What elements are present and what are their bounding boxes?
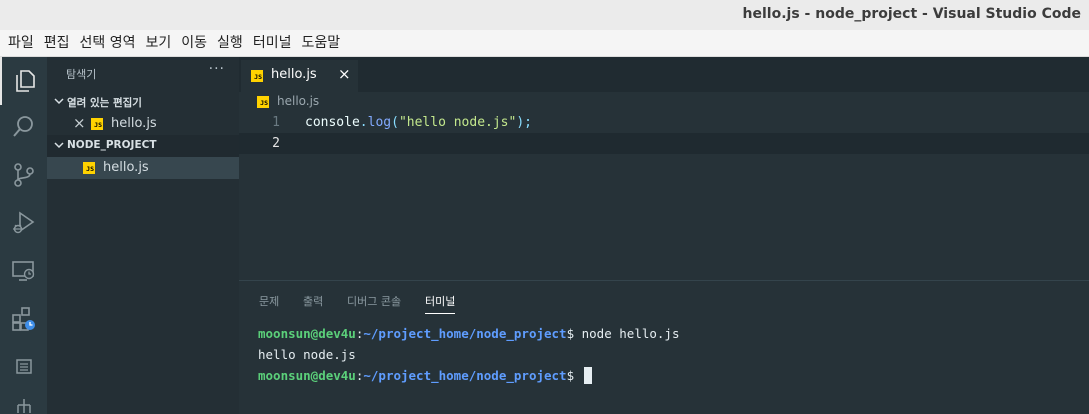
breadcrumb: JS hello.js [239,92,1089,112]
code-object: console [305,115,360,130]
menu-terminal[interactable]: 터미널 [248,30,297,57]
open-editor-filename: hello.js [111,116,157,131]
terminal-user: moonsun@dev4u [258,326,356,341]
code-string: "hello node.js" [398,115,517,130]
panel-tab-debug-console[interactable]: 디버그 콘솔 [347,293,401,309]
js-file-icon: JS [83,162,95,174]
close-editor-button[interactable]: × [73,114,86,132]
line-number: 2 [272,136,280,151]
chevron-down-icon [54,98,64,105]
activity-source-control[interactable] [0,151,47,199]
js-file-icon: JS [257,96,269,108]
js-file-icon: JS [91,118,103,130]
code-paren-open: ( [391,115,399,130]
panel-tab-problems[interactable]: 문제 [259,293,279,309]
menu-go[interactable]: 이동 [176,30,212,57]
terminal-output: hello node.js [258,347,356,362]
open-editors-section[interactable]: 열려 있는 편집기 [47,91,239,113]
breadcrumb-file[interactable]: hello.js [277,94,319,108]
explorer-header: 탐색기 ··· [47,57,239,92]
close-tab-button[interactable]: × [338,65,351,83]
js-file-icon: JS [251,70,263,82]
terminal-path: ~/project_home/node_project [363,326,567,341]
code-function: log [367,115,392,130]
run-debug-icon [12,211,34,234]
outline-icon [15,359,32,374]
window-titlebar: hello.js - node_project - Visual Studio … [0,0,1089,30]
activity-search[interactable] [0,103,47,151]
chevron-down-icon [54,142,64,149]
menu-run[interactable]: 실행 [212,30,248,57]
terminal-line: moonsun@dev4u:~/project_home/node_projec… [258,326,679,341]
menubar: 파일 편집 선택 영역 보기 이동 실행 터미널 도움말 [0,30,1089,57]
terminal-line[interactable]: moonsun@dev4u:~/project_home/node_projec… [258,367,592,384]
remote-explorer-icon [11,261,34,281]
terminal-command: node hello.js [574,326,680,341]
project-section[interactable]: NODE_PROJECT [47,135,239,157]
menu-selection[interactable]: 선택 영역 [75,30,141,57]
menu-edit[interactable]: 편집 [39,30,75,57]
terminal-prompt: $ [566,326,575,341]
terminal-command [574,368,582,383]
menu-file[interactable]: 파일 [3,30,39,57]
terminal-cursor [583,367,592,384]
code-line[interactable]: 1 console.log("hello node.js"); [239,112,1089,133]
activity-remote-explorer[interactable] [0,247,47,295]
activity-more[interactable] [0,387,47,414]
explorer-sidebar: 탐색기 ··· 열려 있는 편집기 × JS hello.js NODE_PRO… [47,57,239,414]
open-editor-item[interactable]: × JS hello.js [47,113,239,135]
menu-view[interactable]: 보기 [141,30,177,57]
terminal-prompt: $ [566,368,575,383]
line-number: 1 [272,115,280,130]
code-content: console.log("hello node.js"); [305,115,532,130]
code-editor[interactable]: 1 console.log("hello node.js"); 2 [239,112,1089,280]
files-icon [15,70,35,92]
panel-tab-terminal[interactable]: 터미널 [425,293,456,314]
activity-bar [0,57,47,414]
activity-extensions[interactable] [0,295,47,343]
activity-outline[interactable] [0,343,47,391]
menu-help[interactable]: 도움말 [296,30,345,57]
code-semicolon: ; [524,115,532,130]
tree-icon [16,399,31,413]
search-icon [12,116,33,137]
extensions-icon [11,307,35,331]
code-dot: . [359,115,368,130]
project-file-item[interactable]: JS hello.js [47,157,239,179]
code-paren-close: ) [516,115,525,130]
bottom-panel: 문제 출력 디버그 콘솔 터미널 moonsun@dev4u:~/project… [239,280,1089,414]
activity-explorer[interactable] [0,57,47,105]
project-label: NODE_PROJECT [67,139,157,151]
explorer-title: 탐색기 [66,68,97,81]
terminal-user: moonsun@dev4u [258,368,356,383]
editor-tab-bar: JS hello.js × [239,57,1089,92]
tab-hello-js[interactable]: JS hello.js × [241,60,358,92]
code-line-current[interactable]: 2 [239,133,1089,154]
project-filename: hello.js [103,160,149,175]
panel-tab-output[interactable]: 출력 [303,293,323,309]
tab-label: hello.js [271,67,317,82]
terminal-path: ~/project_home/node_project [363,368,567,383]
more-actions-button[interactable]: ··· [209,61,225,77]
activity-run-debug[interactable] [0,199,47,247]
window-title: hello.js - node_project - Visual Studio … [742,6,1081,22]
source-control-icon [13,163,34,187]
open-editors-label: 열려 있는 편집기 [67,97,142,109]
